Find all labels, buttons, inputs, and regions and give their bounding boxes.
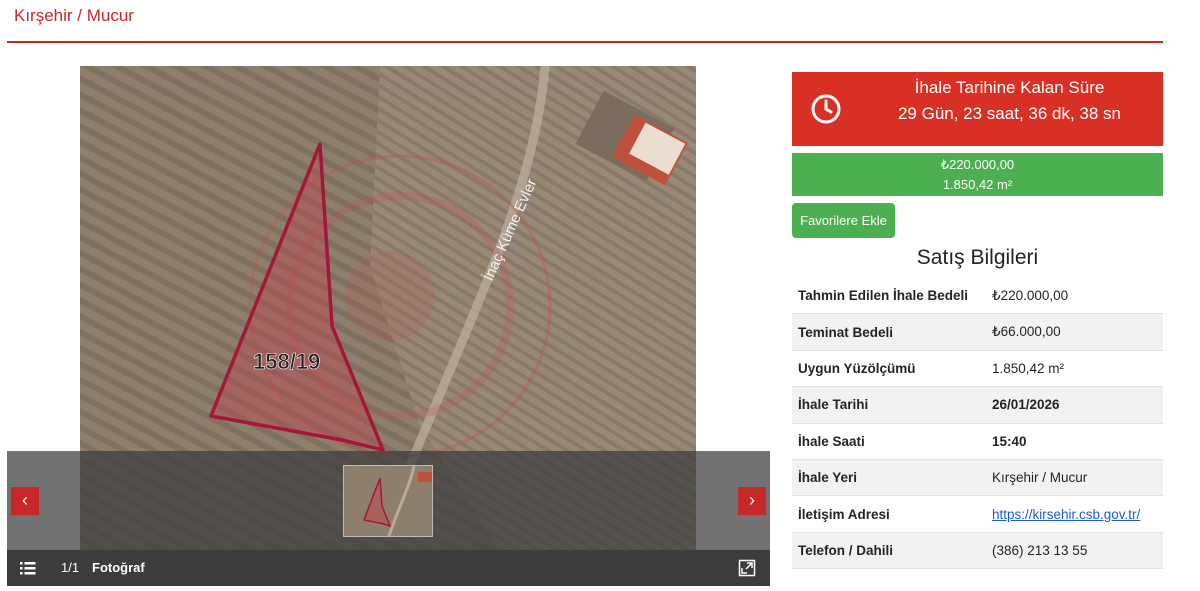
row-value: ₺66.000,00 [986,313,1163,351]
table-row: İletişim Adresi https://kirsehir.csb.gov… [792,495,1163,533]
row-label: İletişim Adresi [792,495,986,533]
row-value: Kırşehir / Mucur [986,459,1163,497]
gallery-toolbar: 1/1 Fotoğraf [7,550,770,586]
row-label: Uygun Yüzölçümü [792,350,986,388]
photo-label: Fotoğraf [92,560,145,575]
row-label: Teminat Bedeli [792,313,986,351]
auction-countdown: İhale Tarihine Kalan Süre 29 Gün, 23 saa… [792,72,1163,146]
row-label: İhale Yeri [792,459,986,497]
clock-icon [811,94,841,124]
countdown-value: 29 Gün, 23 saat, 36 dk, 38 sn [897,104,1122,123]
sales-info-table: Tahmin Edilen İhale Bedeli ₺220.000,00 T… [792,278,1163,570]
row-value: (386) 213 13 55 [986,532,1163,570]
table-row: İhale Tarihi 26/01/2026 [792,386,1163,424]
table-row: Teminat Bedeli ₺66.000,00 [792,313,1163,351]
row-value: 26/01/2026 [986,386,1163,424]
price-amount: ₺220.000,00 [940,157,1015,172]
table-row: İhale Yeri Kırşehir / Mucur [792,459,1163,497]
page-title: Kırşehir / Mucur [14,6,134,25]
chevron-left-icon: ‹ [22,490,28,510]
table-row: Tahmin Edilen İhale Bedeli ₺220.000,00 [792,278,1163,315]
row-label: Telefon / Dahili [792,532,986,570]
price-summary: ₺220.000,00 1.850,42 m² [792,153,1163,196]
next-photo-button[interactable]: › [738,487,766,515]
photo-counter: 1/1 [61,560,80,575]
row-value: https://kirsehir.csb.gov.tr/ [986,495,1163,533]
add-to-favorites-button[interactable]: Favorilere Ekle [792,203,895,238]
row-value: 15:40 [986,423,1163,460]
header-divider [7,41,1163,43]
table-row: Telefon / Dahili (386) 213 13 55 [792,532,1163,570]
countdown-title: İhale Tarihine Kalan Süre [914,78,1105,97]
row-value: ₺220.000,00 [986,278,1163,315]
row-label: İhale Tarihi [792,386,986,424]
row-label: Tahmin Edilen İhale Bedeli [792,278,986,315]
thumbnail-strip [7,451,770,551]
price-area: 1.850,42 m² [942,177,1013,192]
list-icon[interactable] [19,559,37,577]
table-row: Uygun Yüzölçümü 1.850,42 m² [792,350,1163,388]
thumbnail-image [344,466,432,536]
row-label: İhale Saati [792,423,986,460]
contact-address-link[interactable]: https://kirsehir.csb.gov.tr/ [992,507,1140,522]
parcel-label: 158/19 [253,349,320,374]
thumbnail-1[interactable] [343,465,433,537]
chevron-right-icon: › [749,490,755,510]
sales-info-title: Satış Bilgileri [916,246,1039,269]
previous-photo-button[interactable]: ‹ [11,487,39,515]
photo-gallery: 158/19 İnaç Küme Evler ‹ › 1/1 Fotoğraf [7,66,770,586]
table-row: İhale Saati 15:40 [792,423,1163,460]
expand-icon[interactable] [738,559,756,577]
row-value: 1.850,42 m² [986,350,1163,388]
